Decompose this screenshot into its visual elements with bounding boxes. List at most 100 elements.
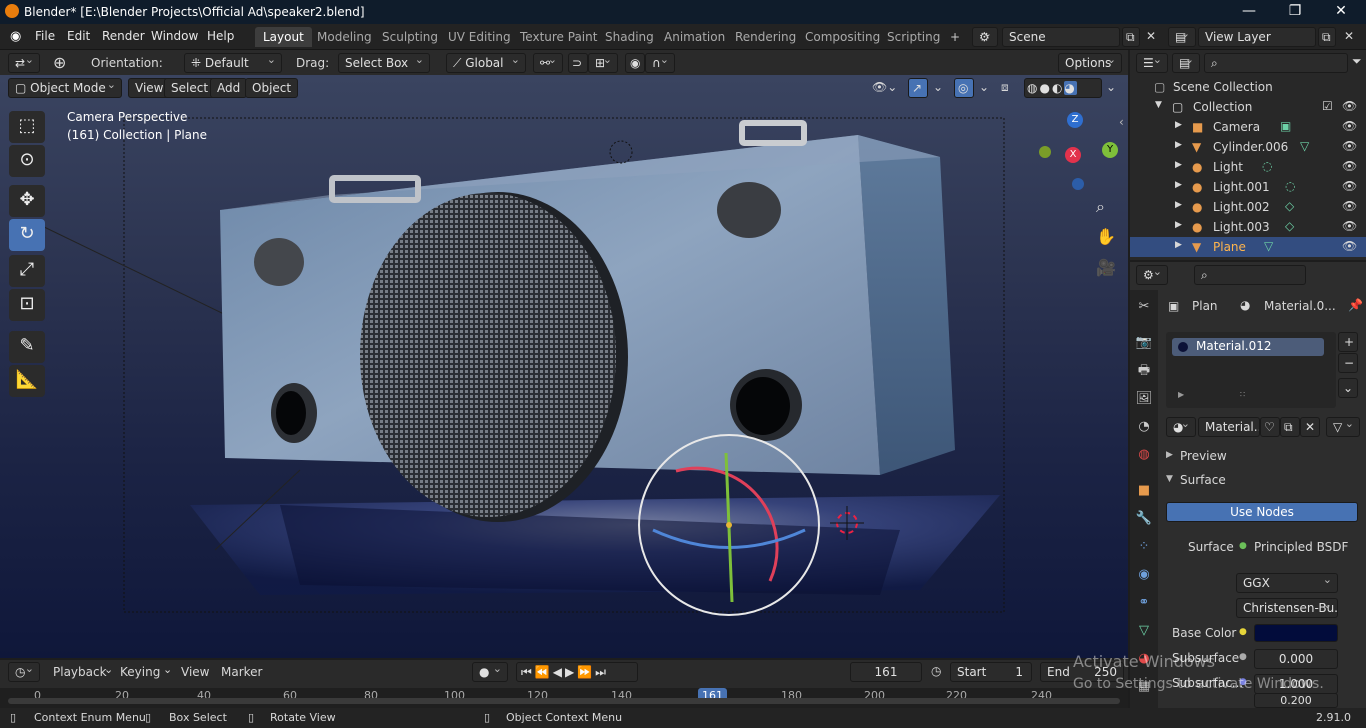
blender-menu-icon[interactable]: ◉ [10, 29, 21, 44]
preview-range-icon[interactable]: ◷ [931, 664, 941, 678]
overlays-toggle-icon[interactable]: ◎ [954, 78, 974, 98]
outliner-item-camera[interactable]: ▶ ■ Camera ▣ 👁 [1130, 117, 1366, 137]
tab-shading[interactable]: Shading [597, 27, 662, 47]
expand-arrow-icon[interactable]: ▶ [1175, 160, 1182, 170]
new-view-layer-button[interactable]: ⧉ [1318, 27, 1336, 47]
scene-browse-button[interactable]: ⚙ [972, 27, 998, 47]
distribution-dropdown[interactable]: GGX [1236, 573, 1338, 593]
unlink-material-icon[interactable]: ✕ [1300, 417, 1320, 437]
particles-tab-icon[interactable]: ⁘ [1135, 538, 1153, 556]
expand-arrow-icon[interactable]: ▶ [1175, 120, 1182, 130]
properties-search-input[interactable]: ⌕ [1194, 265, 1306, 285]
tab-scripting[interactable]: Scripting [879, 27, 948, 47]
gizmo-neg-z[interactable] [1072, 178, 1084, 190]
tab-sculpting[interactable]: Sculpting [374, 27, 446, 47]
overlays-dropdown-icon[interactable]: ⌄ [979, 80, 989, 94]
sidebar-toggle-icon[interactable]: ‹ [1119, 115, 1124, 129]
shading-dropdown-icon[interactable]: ⌄ [1106, 80, 1116, 94]
expand-arrow-icon[interactable]: ▼ [1155, 100, 1162, 110]
move-tool-icon[interactable]: ✥ [9, 185, 45, 217]
surface-expand-icon[interactable]: ▼ [1166, 474, 1173, 484]
expand-arrow-icon[interactable]: ▶ [1175, 240, 1182, 250]
material-specials-button[interactable]: ⌄ [1338, 378, 1358, 398]
keying-menu[interactable]: Keying [120, 665, 160, 679]
tab-layout[interactable]: Layout [255, 27, 312, 47]
tab-compositing[interactable]: Compositing [797, 27, 888, 47]
drag-dropdown[interactable]: Select Box [338, 53, 430, 73]
menu-file[interactable]: File [35, 29, 55, 43]
constraints-tab-icon[interactable]: ⚭ [1135, 594, 1153, 612]
timeline-view-menu[interactable]: View [181, 665, 209, 679]
outliner-item-light-002[interactable]: ▶ ● Light.002 ◇ 👁 [1130, 197, 1366, 217]
measure-tool-icon[interactable]: 📐 [9, 365, 45, 397]
rendered-shading-icon[interactable]: ◕ [1064, 81, 1077, 95]
outliner-filter-icon[interactable]: ⏷ [1352, 54, 1362, 69]
list-resize-handle[interactable]: ∷ [1240, 390, 1245, 399]
restore-button[interactable]: ❐ [1272, 2, 1318, 22]
tab-uv-editing[interactable]: UV Editing [440, 27, 519, 47]
gizmo-x-axis[interactable]: X [1065, 147, 1081, 163]
subsurface-method-dropdown[interactable]: Christensen-Bu... [1236, 598, 1338, 618]
pan-hand-icon[interactable]: ✋ [1096, 227, 1116, 246]
object-tab-icon[interactable]: ■ [1135, 482, 1153, 500]
options-dropdown[interactable]: Options [1058, 53, 1122, 73]
menu-render[interactable]: Render [102, 29, 145, 43]
annotate-tool-icon[interactable]: ✎ [9, 331, 45, 363]
light-object-icon[interactable] [609, 140, 633, 164]
tab-modeling[interactable]: Modeling [309, 27, 380, 47]
material-name-field[interactable]: Material... [1198, 417, 1260, 437]
surface-shader-value[interactable]: Principled BSDF [1254, 540, 1348, 554]
properties-editor-type-icon[interactable]: ⚙ [1136, 265, 1168, 285]
outliner-display-mode-icon[interactable]: ▤ [1172, 53, 1200, 73]
close-button[interactable]: ✕ [1318, 2, 1364, 22]
playback-controls[interactable]: ⏮⏪◀▶⏩⏭ [516, 662, 638, 682]
timeline-ruler[interactable]: 0 20 40 60 80 100 120 140 161 180 200 22… [0, 688, 1128, 708]
expand-arrow-icon[interactable]: ▶ [1175, 220, 1182, 230]
cursor-tool-icon[interactable]: ⊙ [9, 145, 45, 177]
outliner-collection[interactable]: ▼ ▢ Collection ☑ 👁 [1130, 97, 1366, 117]
expand-arrow-icon[interactable]: ▶ [1175, 180, 1182, 190]
gizmo-z-axis[interactable]: Z [1067, 112, 1083, 128]
visibility-icon[interactable]: 👁 [1342, 199, 1357, 213]
outliner-editor-type-icon[interactable]: ☰ [1136, 53, 1168, 73]
visibility-icon[interactable]: 👁 [1342, 139, 1357, 153]
object-mode-dropdown[interactable]: ▢ Object Mode [8, 78, 122, 98]
world-tab-icon[interactable]: ◍ [1135, 446, 1153, 464]
outliner-item-light[interactable]: ▶ ● Light ◌ 👁 [1130, 157, 1366, 177]
material-slot-list[interactable]: Material.012 ▶ ∷ [1166, 332, 1336, 408]
visibility-icon[interactable]: 👁⌄ [872, 80, 897, 94]
3d-viewport[interactable]: ▢ Object Mode View Select Add Object 👁⌄ … [0, 75, 1128, 658]
visibility-icon[interactable]: 👁 [1342, 179, 1357, 193]
outliner-search-input[interactable]: ⌕ [1204, 53, 1348, 73]
expand-arrow-icon[interactable]: ▶ [1175, 140, 1182, 150]
transform-orientation-dropdown[interactable]: ⟋ Global [446, 53, 526, 73]
modifier-tab-icon[interactable]: 🔧 [1135, 510, 1153, 528]
orientation-dropdown[interactable]: ⁜ Default [184, 53, 282, 73]
add-workspace-button[interactable]: + [942, 27, 968, 47]
add-menu[interactable]: Add [210, 78, 248, 98]
editor-type-icon[interactable]: ⇄ [8, 53, 40, 73]
select-box-tool-icon[interactable]: ⬚ [9, 111, 45, 143]
remove-view-layer-icon[interactable]: ✕ [1344, 29, 1354, 43]
timeline-editor-type-icon[interactable]: ◷ [8, 662, 40, 682]
outliner-item-light-003[interactable]: ▶ ● Light.003 ◇ 👁 [1130, 217, 1366, 237]
menu-edit[interactable]: Edit [67, 29, 90, 43]
view-layer-browse-button[interactable]: ▤ [1168, 27, 1196, 47]
preview-expand-icon[interactable]: ▶ [1166, 450, 1173, 460]
pivot-point-dropdown[interactable]: ⚯ [533, 53, 563, 73]
playback-menu[interactable]: Playback [53, 665, 107, 679]
physics-tab-icon[interactable]: ◉ [1135, 566, 1153, 584]
outliner-scene-collection[interactable]: ▢ Scene Collection [1130, 77, 1366, 97]
scene-tab-icon[interactable]: ◔ [1135, 418, 1153, 436]
gizmo-dropdown-icon[interactable]: ⌄ [933, 80, 943, 94]
remove-scene-icon[interactable]: ✕ [1146, 29, 1156, 43]
snap-toggle-icon[interactable]: ⊃ [568, 53, 588, 73]
view-layer-field[interactable]: View Layer [1198, 27, 1316, 47]
expand-list-icon[interactable]: ▶ [1178, 390, 1184, 399]
gizmo-neg-y[interactable] [1039, 146, 1051, 158]
preview-panel-header[interactable]: Preview [1180, 449, 1227, 463]
outliner-item-plane[interactable]: ▶ ▼ Plane ▽ 👁 [1130, 237, 1366, 257]
menu-window[interactable]: Window [151, 29, 198, 43]
tab-texture-paint[interactable]: Texture Paint [512, 27, 605, 47]
rotate-tool-icon[interactable]: ↻ [9, 219, 45, 251]
